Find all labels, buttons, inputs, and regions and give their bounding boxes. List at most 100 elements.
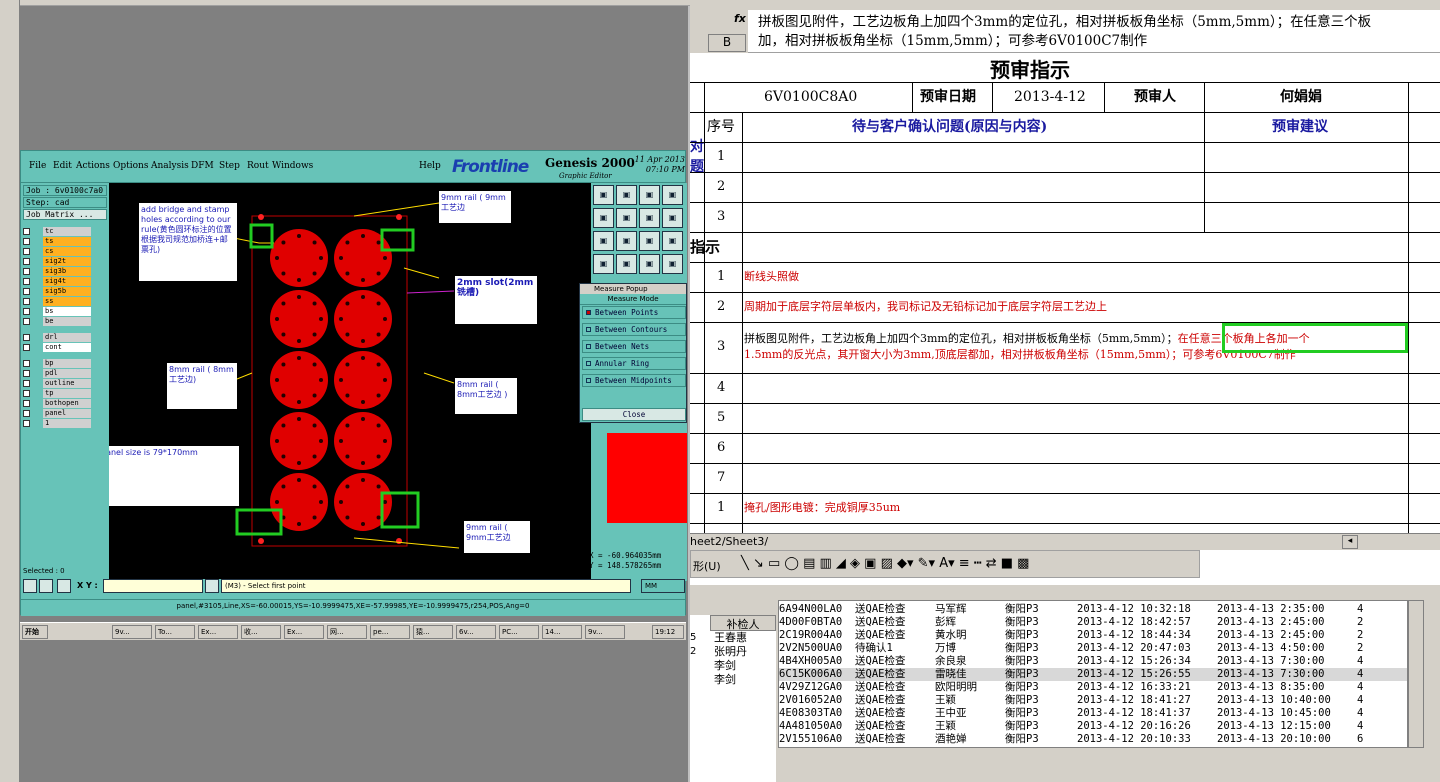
layer-row[interactable]: cs bbox=[23, 247, 93, 256]
taskbar-item[interactable]: 6v... bbox=[456, 625, 496, 639]
menu-file[interactable]: File bbox=[29, 161, 46, 171]
toolbar-icon[interactable]: ▣ bbox=[593, 208, 614, 228]
pan-tool-icon[interactable] bbox=[39, 579, 53, 593]
toolbar-icon[interactable]: ▣ bbox=[662, 254, 683, 274]
layer-row[interactable]: 1 bbox=[23, 419, 93, 428]
formula-content[interactable]: 拼板图见附件，工艺边板角上加四个3mm的定位孔，相对拼板板角坐标（5mm,5mm… bbox=[758, 13, 1371, 51]
layer-checkbox[interactable] bbox=[23, 380, 30, 387]
measure-annular-ring[interactable]: Annular Ring bbox=[582, 357, 686, 370]
table-row[interactable]: 4B4XH005A0 送QAE检查 余良泉 衡阳P3 2013-4-12 15:26:3… bbox=[779, 655, 1407, 668]
layer-checkbox[interactable] bbox=[23, 238, 30, 245]
toolbar-icon[interactable]: ▣ bbox=[616, 208, 637, 228]
scroll-left-icon[interactable]: ◂ bbox=[1342, 535, 1358, 549]
layer-checkbox[interactable] bbox=[23, 278, 30, 285]
menu-actions[interactable]: Actions bbox=[76, 161, 110, 171]
layer-checkbox[interactable] bbox=[23, 420, 30, 427]
layer-checkbox[interactable] bbox=[23, 228, 30, 235]
toolbar-icon[interactable]: ▣ bbox=[662, 231, 683, 251]
layer-row[interactable]: ss bbox=[23, 297, 93, 306]
toolbar-icon[interactable]: ▣ bbox=[616, 185, 637, 205]
table-row[interactable]: 6A94N00LA0 送QAE检查 马军辉 衡阳P3 2013-4-12 10:32:1… bbox=[779, 603, 1407, 616]
toolbar-icon[interactable]: ▣ bbox=[662, 185, 683, 205]
layer-checkbox[interactable] bbox=[23, 344, 30, 351]
table-row[interactable]: 4A481050A0 送QAE检查 王颖 衡阳P3 2013-4-12 20:16:26… bbox=[779, 720, 1407, 733]
menu-edit[interactable]: Edit bbox=[53, 161, 72, 171]
menu-rout[interactable]: Rout bbox=[247, 161, 269, 171]
units-button[interactable]: MM bbox=[641, 579, 685, 593]
taskbar-item[interactable]: To... bbox=[155, 625, 195, 639]
layer-checkbox[interactable] bbox=[23, 334, 30, 341]
toolbar-icon[interactable]: ▣ bbox=[593, 254, 614, 274]
table-row[interactable]: 2V2N500UA0 待确认1 万博 衡阳P3 2013-4-12 20:47:03 20… bbox=[779, 642, 1407, 655]
menu-windows[interactable]: Windows bbox=[272, 161, 313, 171]
draw-menu[interactable]: 形(U) bbox=[693, 558, 721, 574]
taskbar-item[interactable]: Ex... bbox=[284, 625, 324, 639]
sheet-tab-list[interactable]: heet2/Sheet3/ bbox=[690, 535, 768, 548]
layer-row[interactable]: be bbox=[23, 317, 93, 326]
menu-help[interactable]: Help bbox=[419, 161, 441, 171]
toolbar-icon[interactable]: ▣ bbox=[639, 208, 660, 228]
layer-checkbox[interactable] bbox=[23, 298, 30, 305]
layer-row[interactable]: drl bbox=[23, 333, 93, 342]
table-row[interactable]: 2V016052A0 送QAE检查 王颖 衡阳P3 2013-4-12 18:41:27… bbox=[779, 694, 1407, 707]
worksheet[interactable]: 预审指示 6V0100C8A0 预审日期 2013-4-12 预审人 何娟娟 序… bbox=[690, 53, 1440, 533]
grid-tool-icon[interactable] bbox=[57, 579, 71, 593]
toolbar-icon[interactable]: ▣ bbox=[616, 254, 637, 274]
start-button[interactable]: 开始 bbox=[22, 625, 48, 639]
calc-icon[interactable] bbox=[205, 579, 219, 593]
layer-row[interactable]: cont bbox=[23, 343, 93, 352]
toolbar-icon[interactable]: ▣ bbox=[639, 231, 660, 251]
toolbar-icon[interactable]: ▣ bbox=[639, 185, 660, 205]
table-row[interactable]: 4V29Z12GA0 送QAE检查 欧阳明明 衡阳P3 2013-4-12 16:33:… bbox=[779, 681, 1407, 694]
taskbar-item[interactable]: 9v... bbox=[112, 625, 152, 639]
toolbar-icon[interactable]: ▣ bbox=[593, 231, 614, 251]
taskbar-item[interactable]: PC... bbox=[499, 625, 539, 639]
taskbar-item[interactable]: Ex... bbox=[198, 625, 238, 639]
measure-between-points[interactable]: Between Points bbox=[582, 306, 686, 319]
layer-checkbox[interactable] bbox=[23, 318, 30, 325]
layer-checkbox[interactable] bbox=[23, 258, 30, 265]
layer-row[interactable]: ts bbox=[23, 237, 93, 246]
taskbar-item[interactable]: 14... bbox=[542, 625, 582, 639]
left-list-header[interactable]: 补检人 bbox=[710, 615, 776, 631]
layer-checkbox[interactable] bbox=[23, 288, 30, 295]
arrow-tools-icon[interactable]: ╲ ↘ ▭ ◯ ▤ ▥ ◢ ◈ ▣ ▨ ◆▾ ✎▾ A▾ ≡ ┅ ⇄ ■ ▩ bbox=[741, 556, 1029, 571]
table-row[interactable]: 4D00F0BTA0 送QAE检查 彭辉 衡阳P3 2013-4-12 18:42:57… bbox=[779, 616, 1407, 629]
table-row[interactable]: 4E08303TA0 送QAE检查 王中亚 衡阳P3 2013-4-12 18:41:3… bbox=[779, 707, 1407, 720]
layer-checkbox[interactable] bbox=[23, 308, 30, 315]
layer-checkbox[interactable] bbox=[23, 248, 30, 255]
layer-row[interactable]: bp bbox=[23, 359, 93, 368]
measure-between-nets[interactable]: Between Nets bbox=[582, 340, 686, 353]
layer-checkbox[interactable] bbox=[23, 400, 30, 407]
layer-row[interactable]: bs bbox=[23, 307, 93, 316]
layer-row[interactable]: tc bbox=[23, 227, 93, 236]
menu-step[interactable]: Step bbox=[219, 161, 240, 171]
taskbar-item[interactable]: pe... bbox=[370, 625, 410, 639]
menu-analysis[interactable]: Analysis bbox=[151, 161, 189, 171]
table-row[interactable]: 2V155106A0 送QAE检查 酒艳婵 衡阳P3 2013-4-12 20:10:3… bbox=[779, 733, 1407, 746]
layer-row[interactable]: bothopen bbox=[23, 399, 93, 408]
job-matrix-button[interactable]: Job Matrix ... bbox=[23, 209, 107, 220]
list-scrollbar[interactable] bbox=[1408, 600, 1424, 748]
taskbar-item[interactable]: 9v... bbox=[585, 625, 625, 639]
layer-checkbox[interactable] bbox=[23, 360, 30, 367]
fx-icon[interactable]: fx bbox=[734, 12, 746, 25]
layer-row[interactable]: sig4t bbox=[23, 277, 93, 286]
menu-dfm[interactable]: DFM bbox=[191, 161, 214, 171]
taskbar-item[interactable]: 收... bbox=[241, 625, 281, 639]
layer-checkbox[interactable] bbox=[23, 268, 30, 275]
layer-row[interactable]: tp bbox=[23, 389, 93, 398]
layer-row[interactable]: outline bbox=[23, 379, 93, 388]
toolbar-icon[interactable]: ▣ bbox=[662, 208, 683, 228]
layer-row[interactable]: panel bbox=[23, 409, 93, 418]
layer-row[interactable]: sig3b bbox=[23, 267, 93, 276]
toolbar-icon[interactable]: ▣ bbox=[593, 185, 614, 205]
table-row[interactable]: 6C15K006A0 送QAE检查 雷晓佳 衡阳P3 2013-4-12 15:26:5… bbox=[779, 668, 1407, 681]
table-row[interactable]: 2C19R004A0 送QAE检查 黄水明 衡阳P3 2013-4-12 18:44:3… bbox=[779, 629, 1407, 642]
measure-between-contours[interactable]: Between Contours bbox=[582, 323, 686, 336]
measure-close-button[interactable]: Close bbox=[582, 408, 686, 421]
toolbar-icon[interactable]: ▣ bbox=[616, 231, 637, 251]
layer-checkbox[interactable] bbox=[23, 410, 30, 417]
column-b-header[interactable]: B bbox=[708, 34, 746, 52]
measure-between-midpoints[interactable]: Between Midpoints bbox=[582, 374, 686, 387]
